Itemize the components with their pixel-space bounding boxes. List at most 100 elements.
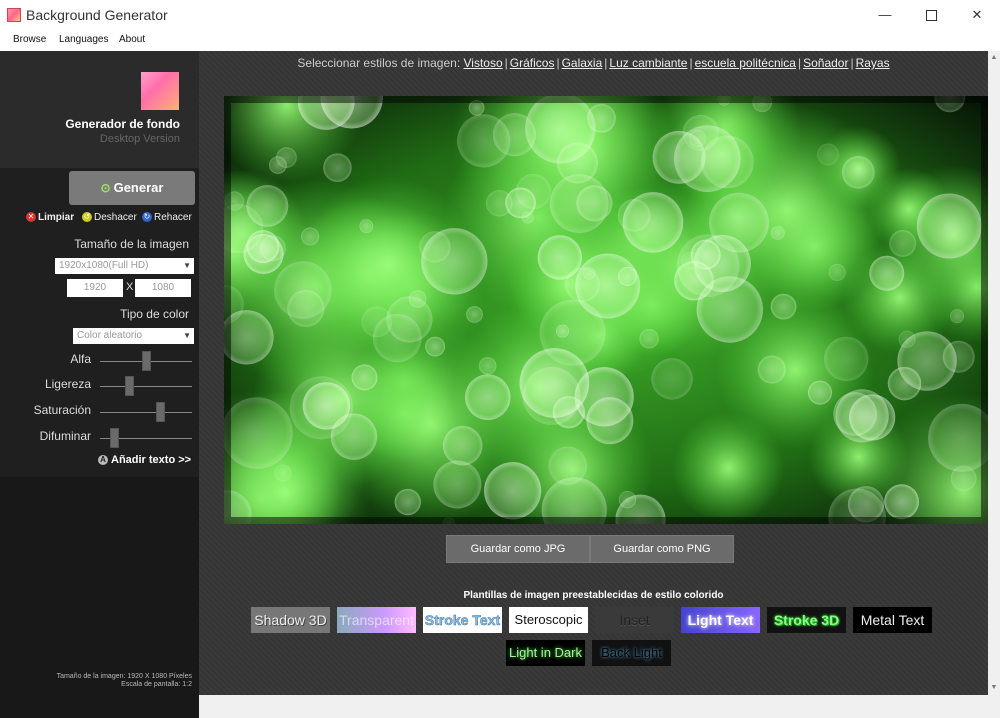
- bokeh-orb: [639, 329, 659, 349]
- bokeh-orb: [408, 290, 427, 308]
- bokeh-orb: [421, 228, 488, 295]
- save-jpg-button[interactable]: Guardar como JPG: [446, 535, 590, 563]
- minimize-button[interactable]: —: [862, 0, 908, 30]
- undo-icon: ↺: [82, 212, 92, 223]
- template-transparent[interactable]: Transparent: [337, 607, 416, 633]
- bokeh-orb: [556, 324, 570, 338]
- template-stroke-3d[interactable]: Stroke 3D: [767, 607, 846, 633]
- bokeh-orb: [466, 306, 483, 323]
- clear-link[interactable]: ✕ Limpiar: [26, 212, 74, 223]
- add-text-icon: A: [98, 455, 108, 466]
- saturation-slider-handle[interactable]: [155, 402, 165, 422]
- height-input[interactable]: 1080: [135, 279, 191, 297]
- main-panel: Seleccionar estilos de imagen: Vistoso | G…: [199, 51, 988, 695]
- bokeh-orb: [709, 192, 769, 253]
- horizontal-scroll-area: [199, 695, 1000, 718]
- redo-link[interactable]: ↻ Rehacer: [142, 212, 192, 223]
- image-size-label: Tamaño de la imagen: [74, 237, 189, 251]
- bokeh-orb: [651, 358, 693, 400]
- template-shadow-3d[interactable]: Shadow 3D: [251, 607, 330, 633]
- template-light-in-dark[interactable]: Light in Dark: [506, 640, 585, 666]
- generate-icon: ⊙: [100, 181, 111, 195]
- color-type-value: Color aleatorio: [77, 330, 143, 341]
- style-link-sonador[interactable]: Soñador: [803, 56, 848, 70]
- style-selector-label: Seleccionar estilos de imagen:: [297, 56, 461, 70]
- template-inset[interactable]: Inset: [595, 607, 674, 633]
- bokeh-orb: [618, 490, 637, 509]
- close-button[interactable]: ✕: [954, 0, 1000, 30]
- sidebar: Generador de fondo Desktop Version ⊙ Gene…: [0, 51, 199, 718]
- saturation-slider[interactable]: [100, 412, 192, 413]
- bokeh-orb: [433, 460, 482, 509]
- bokeh-orb: [465, 374, 511, 420]
- maximize-button[interactable]: [908, 0, 954, 30]
- template-stroke-text[interactable]: Stroke Text: [423, 607, 502, 633]
- lightness-slider-handle[interactable]: [124, 376, 134, 396]
- chevron-down-icon: ▼: [183, 331, 191, 340]
- bokeh-orb: [916, 193, 982, 259]
- alpha-slider-handle[interactable]: [141, 351, 151, 371]
- bokeh-orb: [330, 413, 378, 460]
- template-steroscopic[interactable]: Steroscopic: [509, 607, 588, 633]
- template-light-text[interactable]: Light Text: [681, 607, 760, 633]
- sidebar-header: Generador de fondo Desktop Version: [0, 51, 199, 168]
- lightness-slider[interactable]: [100, 386, 192, 387]
- bokeh-orb: [950, 309, 965, 324]
- scroll-up-icon[interactable]: ▲: [988, 51, 1000, 65]
- bokeh-orb: [847, 486, 885, 523]
- slider-label-alpha: Alfa: [70, 352, 91, 366]
- slider-label-saturation: Saturación: [33, 403, 91, 417]
- save-png-button[interactable]: Guardar como PNG: [590, 535, 734, 563]
- bokeh-orb: [478, 357, 497, 375]
- style-selector: Seleccionar estilos de imagen: Vistoso | G…: [297, 56, 890, 70]
- bokeh-orb: [372, 313, 422, 363]
- slider-label-blur: Difuminar: [39, 429, 91, 443]
- menu-about[interactable]: About: [119, 34, 145, 45]
- bokeh-orb: [586, 397, 634, 445]
- blur-slider-handle[interactable]: [109, 428, 119, 448]
- style-link-luz-cambiante[interactable]: Luz cambiante: [609, 56, 687, 70]
- add-text-label: Añadir texto >>: [111, 454, 192, 466]
- bokeh-orb: [887, 366, 922, 401]
- style-link-galaxia[interactable]: Galaxia: [562, 56, 603, 70]
- bokeh-orb: [485, 189, 513, 217]
- style-link-rayas[interactable]: Rayas: [856, 56, 890, 70]
- clear-icon: ✕: [26, 212, 36, 223]
- app-subtitle: Desktop Version: [99, 133, 180, 145]
- bokeh-orb: [301, 227, 320, 246]
- bokeh-orb: [274, 464, 292, 482]
- bokeh-orb: [442, 425, 483, 466]
- scroll-down-icon[interactable]: ▼: [988, 681, 1000, 695]
- app-name: Generador de fondo: [65, 117, 180, 131]
- bokeh-orb: [548, 446, 587, 485]
- style-link-graficos[interactable]: Gráficos: [510, 56, 555, 70]
- action-links: ✕ Limpiar ↺ Deshacer ↻ Rehacer: [26, 212, 196, 226]
- template-metal-text[interactable]: Metal Text: [853, 607, 932, 633]
- bokeh-orb: [869, 255, 905, 291]
- style-link-vistoso[interactable]: Vistoso: [464, 56, 503, 70]
- image-size-select[interactable]: 1920x1080(Full HD) ▼: [55, 258, 194, 274]
- bokeh-orb: [622, 192, 684, 253]
- bokeh-orb: [835, 389, 889, 443]
- vertical-scrollbar[interactable]: ▲ ▼: [988, 51, 1000, 695]
- redo-icon: ↻: [142, 212, 152, 223]
- window-title: Background Generator: [26, 7, 168, 23]
- bokeh-orb: [246, 185, 289, 227]
- width-input[interactable]: 1920: [67, 279, 123, 297]
- template-back-light[interactable]: Back Light: [592, 640, 671, 666]
- bokeh-orb: [323, 153, 352, 182]
- bokeh-orb: [394, 488, 421, 516]
- menu-browse[interactable]: Browse: [13, 34, 46, 45]
- screen-scale-info: Escala de pantalla: 1:2: [121, 681, 192, 688]
- app-logo: [141, 72, 179, 110]
- app-icon: [7, 8, 21, 22]
- bokeh-orb: [942, 340, 975, 373]
- bokeh-orb: [841, 156, 875, 189]
- style-link-escuela-politecnica[interactable]: escuela politécnica: [695, 56, 796, 70]
- menu-languages[interactable]: Languages: [59, 34, 109, 45]
- undo-link[interactable]: ↺ Deshacer: [82, 212, 137, 223]
- add-text-link[interactable]: A Añadir texto >>: [98, 454, 191, 466]
- bokeh-orb: [269, 156, 287, 174]
- generate-button[interactable]: ⊙ Generar: [69, 171, 195, 205]
- color-type-select[interactable]: Color aleatorio ▼: [73, 328, 194, 344]
